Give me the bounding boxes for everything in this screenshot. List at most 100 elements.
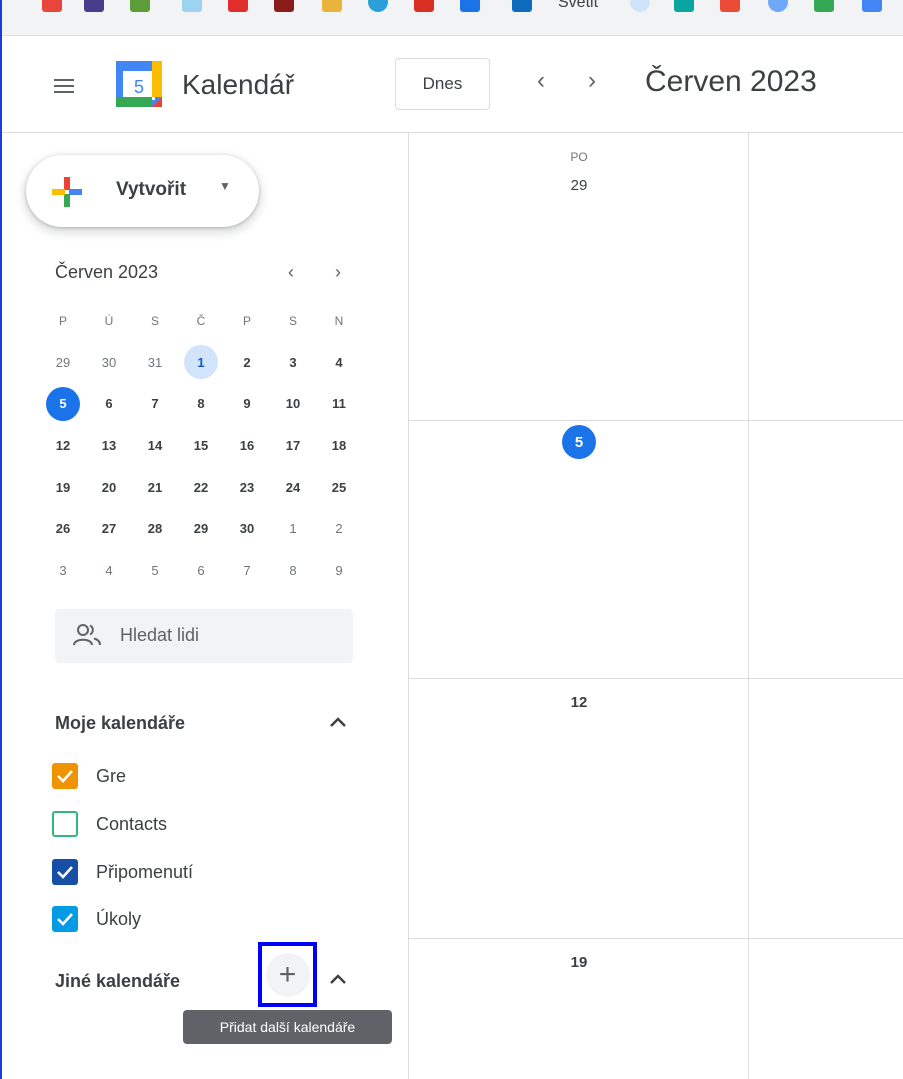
mini-day[interactable]: 30 (86, 344, 132, 380)
mini-day[interactable]: 2 (316, 511, 362, 547)
mini-day[interactable]: 28 (132, 511, 178, 547)
mini-day[interactable]: 17 (270, 428, 316, 464)
mini-day[interactable]: 3 (270, 344, 316, 380)
mini-day[interactable]: 22 (178, 469, 224, 505)
calendar-item-gre[interactable]: Gre (52, 762, 126, 790)
mini-next-month-icon[interactable]: › (335, 262, 341, 283)
checkbox-checked-icon[interactable] (52, 763, 78, 789)
mini-day[interactable]: 6 (178, 552, 224, 588)
mini-day-selected[interactable]: 1 (178, 344, 224, 380)
day-number[interactable]: 29 (548, 177, 610, 194)
bookmark-icon[interactable] (720, 0, 740, 12)
weekday-label: P (58, 313, 67, 328)
mini-day[interactable]: 9 (316, 552, 362, 588)
bookmark-icon[interactable] (630, 0, 650, 12)
bookmark-icon[interactable] (42, 0, 62, 12)
mini-day[interactable]: 21 (132, 469, 178, 505)
chevron-up-icon[interactable] (326, 968, 350, 992)
mini-day[interactable]: 8 (178, 386, 224, 422)
bookmark-icon[interactable] (674, 0, 694, 12)
checkbox-unchecked-icon[interactable] (52, 811, 78, 837)
bookmark-icon[interactable] (182, 0, 202, 12)
bookmark-icon[interactable] (460, 0, 480, 12)
mini-week-row: 5 6 7 8 9 10 11 (40, 383, 362, 425)
mini-day[interactable]: 31 (132, 344, 178, 380)
month-title: Červen 2023 (645, 65, 817, 98)
mini-week-row: 19 20 21 22 23 24 25 (40, 466, 362, 508)
checkbox-checked-icon[interactable] (52, 906, 78, 932)
bookmark-icon[interactable] (322, 0, 342, 12)
calendar-item-contacts[interactable]: Contacts (52, 810, 167, 838)
calendar-label: Úkoly (96, 908, 142, 929)
grid-divider (408, 420, 903, 421)
bookmark-icon[interactable] (368, 0, 388, 12)
mini-day[interactable]: 18 (316, 428, 362, 464)
mini-day-today[interactable]: 5 (40, 386, 86, 422)
mini-day[interactable]: 23 (224, 469, 270, 505)
add-calendar-tooltip: Přidat další kalendáře (183, 1010, 392, 1044)
mini-day[interactable]: 12 (40, 428, 86, 464)
mini-prev-month-icon[interactable]: ‹ (288, 262, 294, 283)
mini-day[interactable]: 24 (270, 469, 316, 505)
mini-day[interactable]: 11 (316, 386, 362, 422)
mini-day[interactable]: 7 (224, 552, 270, 588)
mini-day[interactable]: 9 (224, 386, 270, 422)
mini-day[interactable]: 26 (40, 511, 86, 547)
bookmark-icon[interactable] (768, 0, 788, 12)
search-people-input[interactable]: Hledat lidi (55, 609, 353, 663)
mini-day[interactable]: 10 (270, 386, 316, 422)
day-number-today[interactable]: 5 (562, 425, 596, 459)
today-button[interactable]: Dnes (395, 58, 490, 110)
mini-day[interactable]: 5 (132, 552, 178, 588)
main-menu-icon[interactable] (54, 79, 74, 93)
calendar-item-reminders[interactable]: Připomenutí (52, 858, 193, 886)
mini-day[interactable]: 15 (178, 428, 224, 464)
bookmark-icon[interactable] (814, 0, 834, 12)
bookmark-icon[interactable] (414, 0, 434, 12)
checkbox-checked-icon[interactable] (52, 859, 78, 885)
bookmark-icon[interactable] (512, 0, 532, 12)
mini-day[interactable]: 2 (224, 344, 270, 380)
calendar-logo-icon[interactable]: 5 (114, 59, 164, 109)
mini-day[interactable]: 16 (224, 428, 270, 464)
my-calendars-title[interactable]: Moje kalendáře (55, 713, 185, 734)
chevron-left-icon[interactable]: ‹ (526, 67, 556, 95)
create-button[interactable]: Vytvořit ▼ (26, 155, 259, 227)
bookmarks-bar: Svetit (2, 0, 903, 36)
mini-day[interactable]: 20 (86, 469, 132, 505)
mini-day[interactable]: 6 (86, 386, 132, 422)
mini-day[interactable]: 19 (40, 469, 86, 505)
mini-day[interactable]: 7 (132, 386, 178, 422)
other-calendars-title[interactable]: Jiné kalendáře (55, 971, 180, 992)
mini-day[interactable]: 27 (86, 511, 132, 547)
create-label: Vytvořit (116, 179, 187, 200)
mini-day[interactable]: 4 (86, 552, 132, 588)
mini-day[interactable]: 1 (270, 511, 316, 547)
weekday-header: PO (570, 150, 588, 164)
bookmark-icon[interactable] (130, 0, 150, 12)
mini-day[interactable]: 30 (224, 511, 270, 547)
mini-day[interactable]: 25 (316, 469, 362, 505)
bookmark-label[interactable]: Svetit (558, 0, 598, 12)
add-calendar-button[interactable]: + (258, 942, 317, 1007)
chevron-up-icon[interactable] (326, 711, 350, 735)
bookmark-icon[interactable] (274, 0, 294, 12)
mini-day[interactable]: 4 (316, 344, 362, 380)
mini-day[interactable]: 13 (86, 428, 132, 464)
day-number[interactable]: 19 (548, 954, 610, 971)
mini-day[interactable]: 3 (40, 552, 86, 588)
weekday-label: Č (196, 313, 206, 328)
day-number[interactable]: 12 (548, 694, 610, 711)
people-icon (73, 624, 101, 646)
weekday-label: S (288, 313, 297, 328)
mini-day[interactable]: 29 (40, 344, 86, 380)
chevron-right-icon[interactable]: › (577, 67, 607, 95)
bookmark-icon[interactable] (228, 0, 248, 12)
mini-day[interactable]: 14 (132, 428, 178, 464)
bookmark-icon[interactable] (862, 0, 882, 12)
mini-week-row: 12 13 14 15 16 17 18 (40, 425, 362, 467)
mini-day[interactable]: 29 (178, 511, 224, 547)
mini-day[interactable]: 8 (270, 552, 316, 588)
calendar-item-tasks[interactable]: Úkoly (52, 905, 141, 933)
bookmark-icon[interactable] (84, 0, 104, 12)
